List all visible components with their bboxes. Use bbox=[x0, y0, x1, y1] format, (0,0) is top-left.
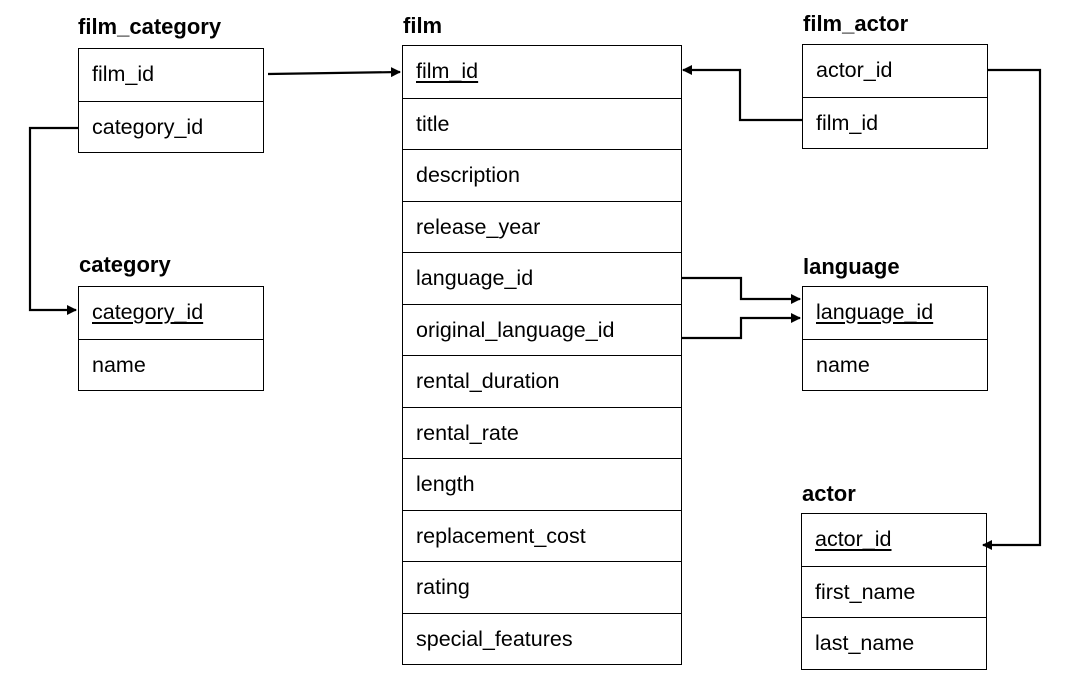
connector-film-language bbox=[681, 276, 801, 304]
connector-film-actor-actor bbox=[982, 68, 1042, 550]
connector-film-category-film bbox=[267, 67, 401, 78]
connector-film-actor-film bbox=[682, 65, 802, 122]
connector-film-category-category bbox=[28, 126, 78, 315]
connector-film-original-language bbox=[681, 313, 801, 340]
relationship-connectors bbox=[28, 65, 1042, 550]
